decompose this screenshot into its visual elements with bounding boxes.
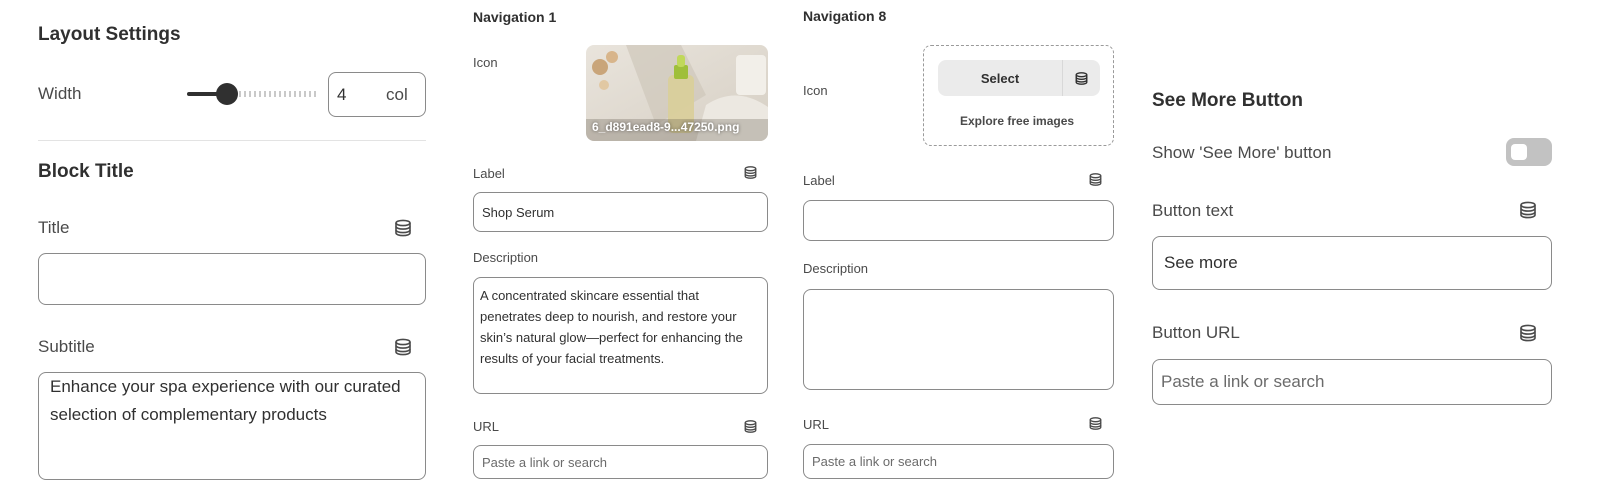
database-icon[interactable]	[1088, 172, 1103, 187]
subtitle-label: Subtitle	[38, 337, 95, 356]
button-text-input[interactable]	[1152, 236, 1552, 290]
nav8-url-label: URL	[803, 417, 830, 432]
layout-settings-heading: Layout Settings	[38, 24, 181, 45]
nav1-url-input[interactable]	[473, 445, 768, 479]
layout-settings-panel: Layout Settings Width 4 col Block Title …	[0, 0, 440, 500]
database-icon	[1074, 71, 1089, 86]
nav1-label-label: Label	[473, 166, 505, 181]
width-value[interactable]: 4	[337, 85, 346, 105]
width-unit: col	[386, 85, 408, 104]
see-more-heading: See More Button	[1152, 90, 1303, 111]
nav8-label-label: Label	[803, 173, 835, 188]
nav1-image-filename: 6_d891ead8-9...47250.png	[592, 120, 740, 134]
nav1-url-label: URL	[473, 419, 500, 434]
title-label: Title	[38, 218, 70, 237]
nav1-label-input[interactable]	[473, 192, 768, 232]
navigation-1-panel: Navigation 1 Icon 6_d891ead8-9...47250.p…	[460, 0, 780, 500]
width-input[interactable]: 4 col	[328, 72, 426, 117]
nav1-icon-image[interactable]: 6_d891ead8-9...47250.png	[586, 45, 768, 141]
database-icon[interactable]	[743, 165, 758, 180]
nav8-image-dropzone[interactable]: Select Explore free images	[923, 45, 1114, 146]
nav1-description-textarea[interactable]: A concentrated skincare essential that p…	[473, 277, 768, 394]
subtitle-textarea[interactable]: Enhance your spa experience with our cur…	[38, 372, 426, 480]
button-url-input[interactable]	[1152, 359, 1552, 405]
navigation-8-heading: Navigation 8	[803, 8, 887, 24]
database-icon[interactable]	[1518, 200, 1538, 220]
database-icon[interactable]	[1088, 416, 1103, 431]
database-icon[interactable]	[743, 419, 758, 434]
nav8-label-input[interactable]	[803, 200, 1114, 241]
database-icon[interactable]	[393, 337, 413, 357]
nav8-description-textarea[interactable]	[803, 289, 1114, 390]
navigation-1-heading: Navigation 1	[473, 9, 557, 25]
section-divider	[38, 140, 426, 141]
button-url-label: Button URL	[1152, 323, 1240, 342]
slider-track	[239, 91, 317, 97]
button-text-label: Button text	[1152, 201, 1234, 220]
toggle-knob	[1511, 144, 1527, 160]
navigation-8-panel: Navigation 8 Icon Select Explore free im…	[790, 0, 1130, 500]
nav1-icon-label: Icon	[473, 55, 498, 70]
block-title-heading: Block Title	[38, 161, 134, 182]
select-image-button[interactable]: Select	[938, 60, 1062, 96]
title-input[interactable]	[38, 253, 426, 305]
see-more-panel: See More Button Show 'See More' button B…	[1140, 0, 1570, 500]
database-icon[interactable]	[1518, 323, 1538, 343]
nav8-description-label: Description	[803, 261, 869, 276]
show-see-more-label: Show 'See More' button	[1152, 143, 1332, 162]
show-see-more-toggle[interactable]	[1506, 138, 1552, 166]
slider-thumb[interactable]	[216, 83, 238, 105]
nav8-icon-label: Icon	[803, 83, 828, 98]
nav1-description-label: Description	[473, 250, 539, 265]
explore-free-images-link[interactable]: Explore free images	[960, 114, 1074, 128]
width-slider[interactable]	[187, 82, 317, 106]
image-source-button[interactable]	[1062, 60, 1100, 96]
width-label: Width	[38, 84, 82, 103]
database-icon[interactable]	[393, 218, 413, 238]
nav8-url-input[interactable]	[803, 444, 1114, 479]
